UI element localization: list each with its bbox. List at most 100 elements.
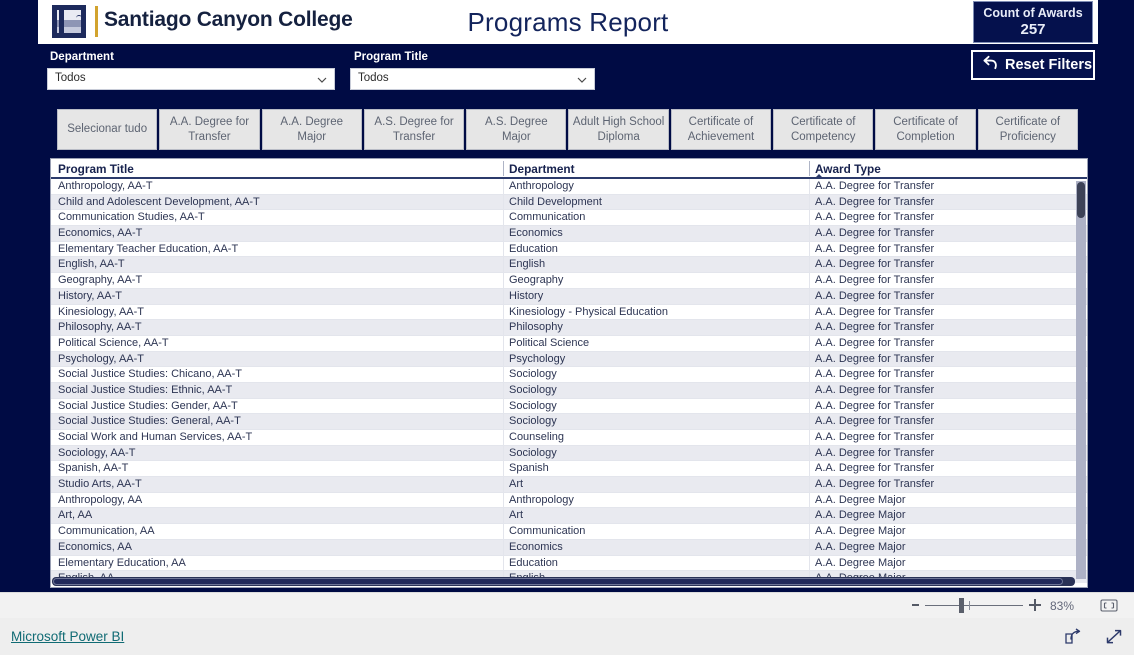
cell-award-type: A.A. Degree for Transfer <box>815 383 935 396</box>
table-row[interactable]: Geography, AA-T Geography A.A. Degree for … <box>51 273 1087 289</box>
award-type-tab-7[interactable]: Certificate of Competency <box>773 109 874 150</box>
table-row[interactable]: Social Justice Studies: Ethnic, AA-T Soci… <box>51 382 1087 399</box>
cell-program-title: Philosophy, AA-T <box>58 321 142 334</box>
cell-program-title: Communication, AA <box>58 525 155 538</box>
cell-divider <box>809 194 810 210</box>
table-row[interactable]: Psychology, AA-T Psychology A.A. Degree fo… <box>51 351 1087 368</box>
fullscreen-icon[interactable] <box>1104 628 1124 646</box>
award-type-tab-label: A.A. Degree Major <box>280 116 344 143</box>
table-row[interactable]: Sociology, AA-T Sociology A.A. Degree for … <box>51 445 1087 462</box>
department-filter-dropdown[interactable]: Todos <box>47 68 335 90</box>
table-row[interactable]: Child and Adolescent Development, AA-T Ch… <box>51 194 1087 211</box>
header-divider <box>809 161 810 176</box>
award-type-tab-2[interactable]: A.A. Degree Major <box>261 109 362 150</box>
table-row[interactable]: Anthropology, AA-T Anthropology A.A. Degre… <box>51 179 1087 195</box>
table-row[interactable]: Social Justice Studies: General, AA-T Soc… <box>51 414 1087 430</box>
cell-divider <box>809 304 810 320</box>
cell-program-title: English, AA-T <box>58 258 125 271</box>
column-header-program-title[interactable]: Program Title <box>58 162 134 176</box>
award-type-tab-1[interactable]: A.A. Degree for Transfer <box>159 109 260 150</box>
table-row[interactable]: Political Science, AA-T Political Science… <box>51 335 1087 352</box>
table-row[interactable]: Economics, AA Economics A.A. Degree Major <box>51 539 1087 556</box>
table-row[interactable]: Economics, AA-T Economics A.A. Degree for … <box>51 226 1087 242</box>
table-horizontal-scrollbar[interactable] <box>52 577 1075 586</box>
award-type-tab-4[interactable]: A.S. Degree Major <box>466 109 567 150</box>
cell-divider <box>503 288 504 304</box>
table-row[interactable]: History, AA-T History A.A. Degree for Tran… <box>51 288 1087 305</box>
cell-divider <box>809 398 810 414</box>
cell-divider <box>503 194 504 210</box>
award-type-tab-8[interactable]: Certificate of Completion <box>875 109 976 150</box>
minus-icon[interactable] <box>912 604 919 606</box>
award-type-tab-6[interactable]: Certificate of Achievement <box>670 109 772 150</box>
column-header-award-type[interactable]: Award Type <box>815 162 881 176</box>
cell-divider <box>809 226 810 241</box>
cell-department: Sociology <box>509 446 557 459</box>
cell-program-title: Social Justice Studies: Gender, AA-T <box>58 399 238 412</box>
award-type-tab-label: Certificate of Proficiency <box>995 116 1061 143</box>
cell-department: Philosophy <box>509 321 563 334</box>
award-type-tab-label: Certificate of Completion <box>893 116 958 143</box>
cell-department: Child Development <box>509 195 602 208</box>
table-row[interactable]: Social Work and Human Services, AA-T Coun… <box>51 430 1087 446</box>
undo-arrow-icon <box>980 52 1001 78</box>
award-type-tab-label: Adult High School Diploma <box>572 116 665 143</box>
cell-award-type: A.A. Degree Major <box>815 540 906 553</box>
award-type-tab-9[interactable]: Certificate of Proficiency <box>977 109 1078 150</box>
cell-divider <box>503 539 504 555</box>
report-header: Santiago Canyon College Programs Report … <box>38 0 1098 44</box>
cell-award-type: A.A. Degree for Transfer <box>815 289 935 302</box>
cell-program-title: Social Justice Studies: Chicano, AA-T <box>58 368 243 381</box>
cell-divider <box>809 414 810 429</box>
table-row[interactable]: Communication, AA Communication A.A. Degre… <box>51 524 1087 540</box>
award-type-tab-5[interactable]: Adult High School Diploma <box>568 109 669 150</box>
table-row[interactable]: Kinesiology, AA-T Kinesiology - Physical … <box>51 304 1087 321</box>
column-header-department[interactable]: Department <box>509 162 575 176</box>
zoom-slider-track[interactable] <box>925 605 1023 606</box>
cell-program-title: Art, AA <box>58 509 93 522</box>
cell-department: Psychology <box>509 352 566 365</box>
table-row[interactable]: English, AA-T English A.A. Degree for Tran… <box>51 257 1087 274</box>
cell-award-type: A.A. Degree for Transfer <box>815 368 935 381</box>
table-vertical-scroll-thumb[interactable] <box>1077 182 1085 218</box>
cell-divider <box>503 414 504 429</box>
cell-divider <box>503 304 504 320</box>
cell-divider <box>503 382 504 398</box>
cell-department: Geography <box>509 274 564 287</box>
reset-filters-button[interactable]: Reset Filters <box>971 50 1095 80</box>
award-type-tab-0[interactable]: Selecionar tudo <box>57 109 158 150</box>
table-row[interactable]: Spanish, AA-T Spanish A.A. Degree for Tran… <box>51 461 1087 478</box>
table-row[interactable]: Social Justice Studies: Gender, AA-T Soci… <box>51 398 1087 415</box>
table-row[interactable]: Anthropology, AA Anthropology A.A. Degree … <box>51 492 1087 509</box>
cell-program-title: Social Justice Studies: General, AA-T <box>58 415 241 428</box>
table-row[interactable]: Art, AA Art A.A. Degree Major <box>51 508 1087 525</box>
program-title-filter-dropdown[interactable]: Todos <box>350 68 595 90</box>
table-row[interactable]: Elementary Education, AA Education A.A. De… <box>51 555 1087 572</box>
zoom-slider-thumb[interactable] <box>959 598 964 613</box>
cell-divider <box>503 430 504 445</box>
table-row[interactable]: Elementary Teacher Education, AA-T Educat… <box>51 241 1087 258</box>
cell-divider <box>809 430 810 445</box>
microsoft-power-bi-link[interactable]: Microsoft Power BI <box>11 629 124 644</box>
plus-icon[interactable] <box>1029 599 1041 611</box>
fit-to-page-icon[interactable] <box>1100 599 1118 612</box>
table-row[interactable]: Studio Arts, AA-T Art A.A. Degree for Tran… <box>51 477 1087 493</box>
table-body[interactable]: Anthropology, AA-T Anthropology A.A. Degre… <box>51 179 1087 583</box>
cell-department: Economics <box>509 227 563 240</box>
cell-award-type: A.A. Degree for Transfer <box>815 242 935 255</box>
table-row[interactable]: Communication Studies, AA-T Communication… <box>51 210 1087 227</box>
cell-program-title: Elementary Education, AA <box>58 556 186 569</box>
share-icon[interactable] <box>1063 628 1083 646</box>
table-row[interactable]: Philosophy, AA-T Philosophy A.A. Degree fo… <box>51 320 1087 336</box>
cell-divider <box>503 445 504 461</box>
cell-divider <box>503 226 504 241</box>
award-type-tab-3[interactable]: A.S. Degree for Transfer <box>363 109 465 150</box>
cell-award-type: A.A. Degree Major <box>815 509 906 522</box>
cell-department: Sociology <box>509 368 557 381</box>
cell-divider <box>809 492 810 508</box>
award-type-tab-label: A.A. Degree for Transfer <box>169 116 250 143</box>
table-horizontal-scroll-thumb[interactable] <box>53 578 1063 585</box>
table-vertical-scrollbar[interactable] <box>1076 181 1086 579</box>
cell-program-title: Studio Arts, AA-T <box>58 478 142 491</box>
table-row[interactable]: Social Justice Studies: Chicano, AA-T Soc… <box>51 367 1087 383</box>
